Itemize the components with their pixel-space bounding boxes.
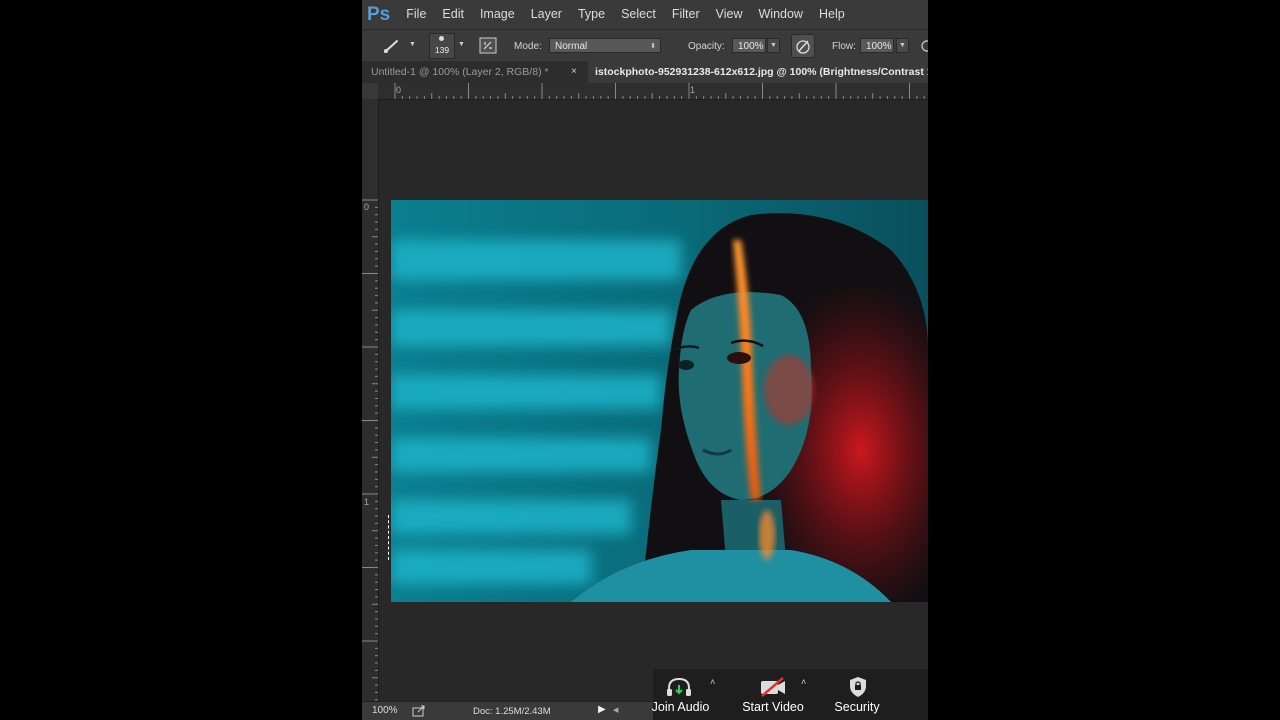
flow-input[interactable]: 100% (860, 38, 894, 53)
orange-light-neck (759, 510, 775, 560)
tool-preset-dropdown[interactable]: ▼ (406, 38, 419, 53)
menu-select[interactable]: Select (613, 0, 664, 29)
document-image[interactable] (391, 200, 928, 602)
airbrush-icon[interactable] (920, 39, 928, 53)
cheek-warm-light (764, 355, 814, 425)
photoshop-logo: Ps (367, 4, 391, 25)
brush-size-picker[interactable]: 139 (429, 33, 455, 59)
scroll-left-icon[interactable]: ◀ (613, 706, 618, 714)
tab-label: istockphoto-952931238-612x612.jpg @ 100%… (595, 66, 928, 78)
menu-image[interactable]: Image (472, 0, 523, 29)
menu-bar: Ps File Edit Image Layer Type Select Fil… (362, 0, 928, 29)
menu-filter[interactable]: Filter (664, 0, 708, 29)
pressure-opacity-button[interactable] (791, 34, 815, 58)
security-label: Security (834, 700, 880, 714)
vruler-label-0: 0 (364, 202, 370, 212)
portrait-photo (391, 200, 928, 602)
meeting-toolbar: Join Audio ˄ Start Video ˄ Security (652, 669, 928, 720)
tab-istockphoto[interactable]: istockphoto-952931238-612x612.jpg @ 100%… (588, 61, 928, 83)
menu-layer[interactable]: Layer (523, 0, 570, 29)
opacity-value: 100% (738, 41, 764, 52)
document-tabs: Untitled-1 @ 100% (Layer 2, RGB/8) * × i… (362, 61, 928, 83)
vertical-ruler: 0 1 (362, 99, 379, 701)
flow-dropdown[interactable]: ▼ (896, 38, 909, 53)
join-audio-label: Join Audio (651, 700, 710, 714)
mode-label: Mode: (514, 41, 542, 52)
brush-size-dropdown[interactable]: ▼ (455, 38, 468, 53)
document-size: Doc: 1.25M/2.43M (473, 706, 551, 717)
start-video-button[interactable]: Start Video (742, 669, 804, 720)
status-menu-arrow-icon[interactable]: ▶ (598, 704, 606, 715)
vertical-ruler-ticks (362, 199, 378, 701)
brush-size-value: 139 (434, 45, 450, 55)
right-eye (727, 352, 751, 364)
zoom-level[interactable]: 100% (372, 705, 398, 716)
tab-untitled-1[interactable]: Untitled-1 @ 100% (Layer 2, RGB/8) * × (362, 61, 587, 83)
tab-label: Untitled-1 @ 100% (Layer 2, RGB/8) * (371, 66, 549, 78)
mode-value: Normal (555, 41, 588, 52)
opacity-input[interactable]: 100% (732, 38, 766, 53)
menu-view[interactable]: View (708, 0, 751, 29)
hruler-label-1: 1 (690, 85, 696, 95)
pressure-opacity-icon (796, 40, 810, 54)
menu-file[interactable]: File (398, 0, 434, 29)
mode-updown-icon: ⬍ (650, 43, 656, 50)
options-bar: ▼ 139 ▼ Mode: Normal ⬍ Opacity: 100% ▼ F… (362, 29, 928, 63)
brush-tool-icon[interactable] (382, 37, 402, 55)
vruler-label-1: 1 (364, 497, 370, 507)
opacity-dropdown[interactable]: ▼ (767, 38, 780, 53)
menu-edit[interactable]: Edit (434, 0, 472, 29)
photoshop-window: Ps File Edit Image Layer Type Select Fil… (362, 0, 928, 720)
ruler-corner (362, 83, 378, 99)
flow-label: Flow: (832, 41, 856, 52)
horizontal-ruler-ticks (394, 83, 925, 99)
flow-value: 100% (866, 41, 892, 52)
opacity-label: Opacity: (688, 41, 725, 52)
shield-icon (850, 677, 866, 697)
video-options-caret-icon[interactable]: ˄ (801, 677, 806, 687)
security-button[interactable]: Security (828, 669, 886, 720)
brush-panel-icon[interactable] (479, 37, 497, 54)
left-eye (678, 360, 694, 370)
menu-window[interactable]: Window (751, 0, 811, 29)
menu-help[interactable]: Help (811, 0, 853, 29)
export-icon[interactable] (412, 705, 426, 717)
join-audio-button[interactable]: Join Audio (652, 669, 709, 720)
brush-dot-icon (439, 36, 444, 41)
horizontal-ruler: 0 1 (378, 83, 928, 100)
audio-options-caret-icon[interactable]: ˄ (710, 677, 715, 687)
headphones-icon (667, 677, 691, 696)
start-video-label: Start Video (742, 700, 804, 714)
tab-close-icon[interactable]: × (571, 61, 577, 83)
mode-select[interactable]: Normal ⬍ (549, 38, 661, 53)
menu-type[interactable]: Type (570, 0, 613, 29)
video-off-icon (761, 677, 785, 697)
hruler-label-0: 0 (396, 85, 402, 95)
selection-marquee (388, 515, 391, 560)
